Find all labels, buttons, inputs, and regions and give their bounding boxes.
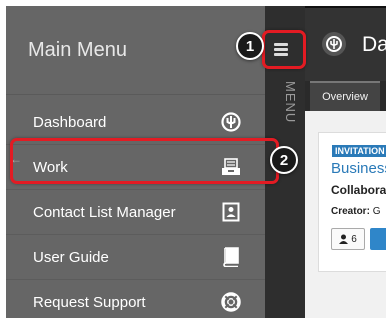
tab-overview[interactable]: Overview	[310, 81, 380, 111]
screenshot-frame: WALKTHROUGH Da Overview INVITATION Busin…	[0, 0, 392, 324]
menu-divider	[6, 94, 265, 95]
menu-item-user-guide[interactable]: User Guide	[6, 235, 265, 280]
menu-item-label: Contact List Manager	[33, 203, 176, 221]
menu-item-contact-list-manager[interactable]: Contact List Manager	[6, 190, 265, 235]
menu-item-label: Request Support	[33, 293, 146, 311]
card-subtitle: Collabora	[331, 183, 387, 197]
member-count-button[interactable]: 6	[331, 228, 365, 250]
main-menu-title: Main Menu	[28, 39, 127, 61]
dashboard-logo-icon	[220, 111, 242, 133]
invitation-badge: INVITATION	[332, 145, 388, 157]
highlight-work-item	[10, 138, 279, 184]
app-page-title: Da	[362, 33, 389, 56]
person-icon	[339, 234, 349, 244]
card-creator: Creator: G	[331, 206, 380, 217]
card-title-link[interactable]: Business	[331, 160, 392, 177]
walkthrough-banner-text: WALKTHROUGH	[309, 0, 373, 8]
menu-item-label: Dashboard	[33, 113, 107, 131]
menu-item-label: User Guide	[33, 248, 109, 266]
creator-value: G	[372, 206, 381, 217]
member-count-value: 6	[351, 233, 357, 245]
callout-number-1: 1	[236, 32, 264, 60]
callout-number-2: 2	[270, 146, 298, 174]
contact-card-icon	[220, 201, 242, 223]
menu-item-request-support[interactable]: Request Support	[6, 280, 265, 318]
book-icon	[220, 246, 242, 268]
creator-label: Creator:	[331, 206, 370, 217]
lifebuoy-icon	[220, 291, 242, 313]
menu-strip-label: MENU	[283, 80, 298, 124]
app-logo-icon[interactable]	[322, 32, 346, 56]
card-action-button[interactable]	[370, 228, 390, 250]
highlight-hamburger	[262, 30, 306, 69]
menu-list: Dashboard Work Contact List Manager User…	[6, 100, 265, 318]
